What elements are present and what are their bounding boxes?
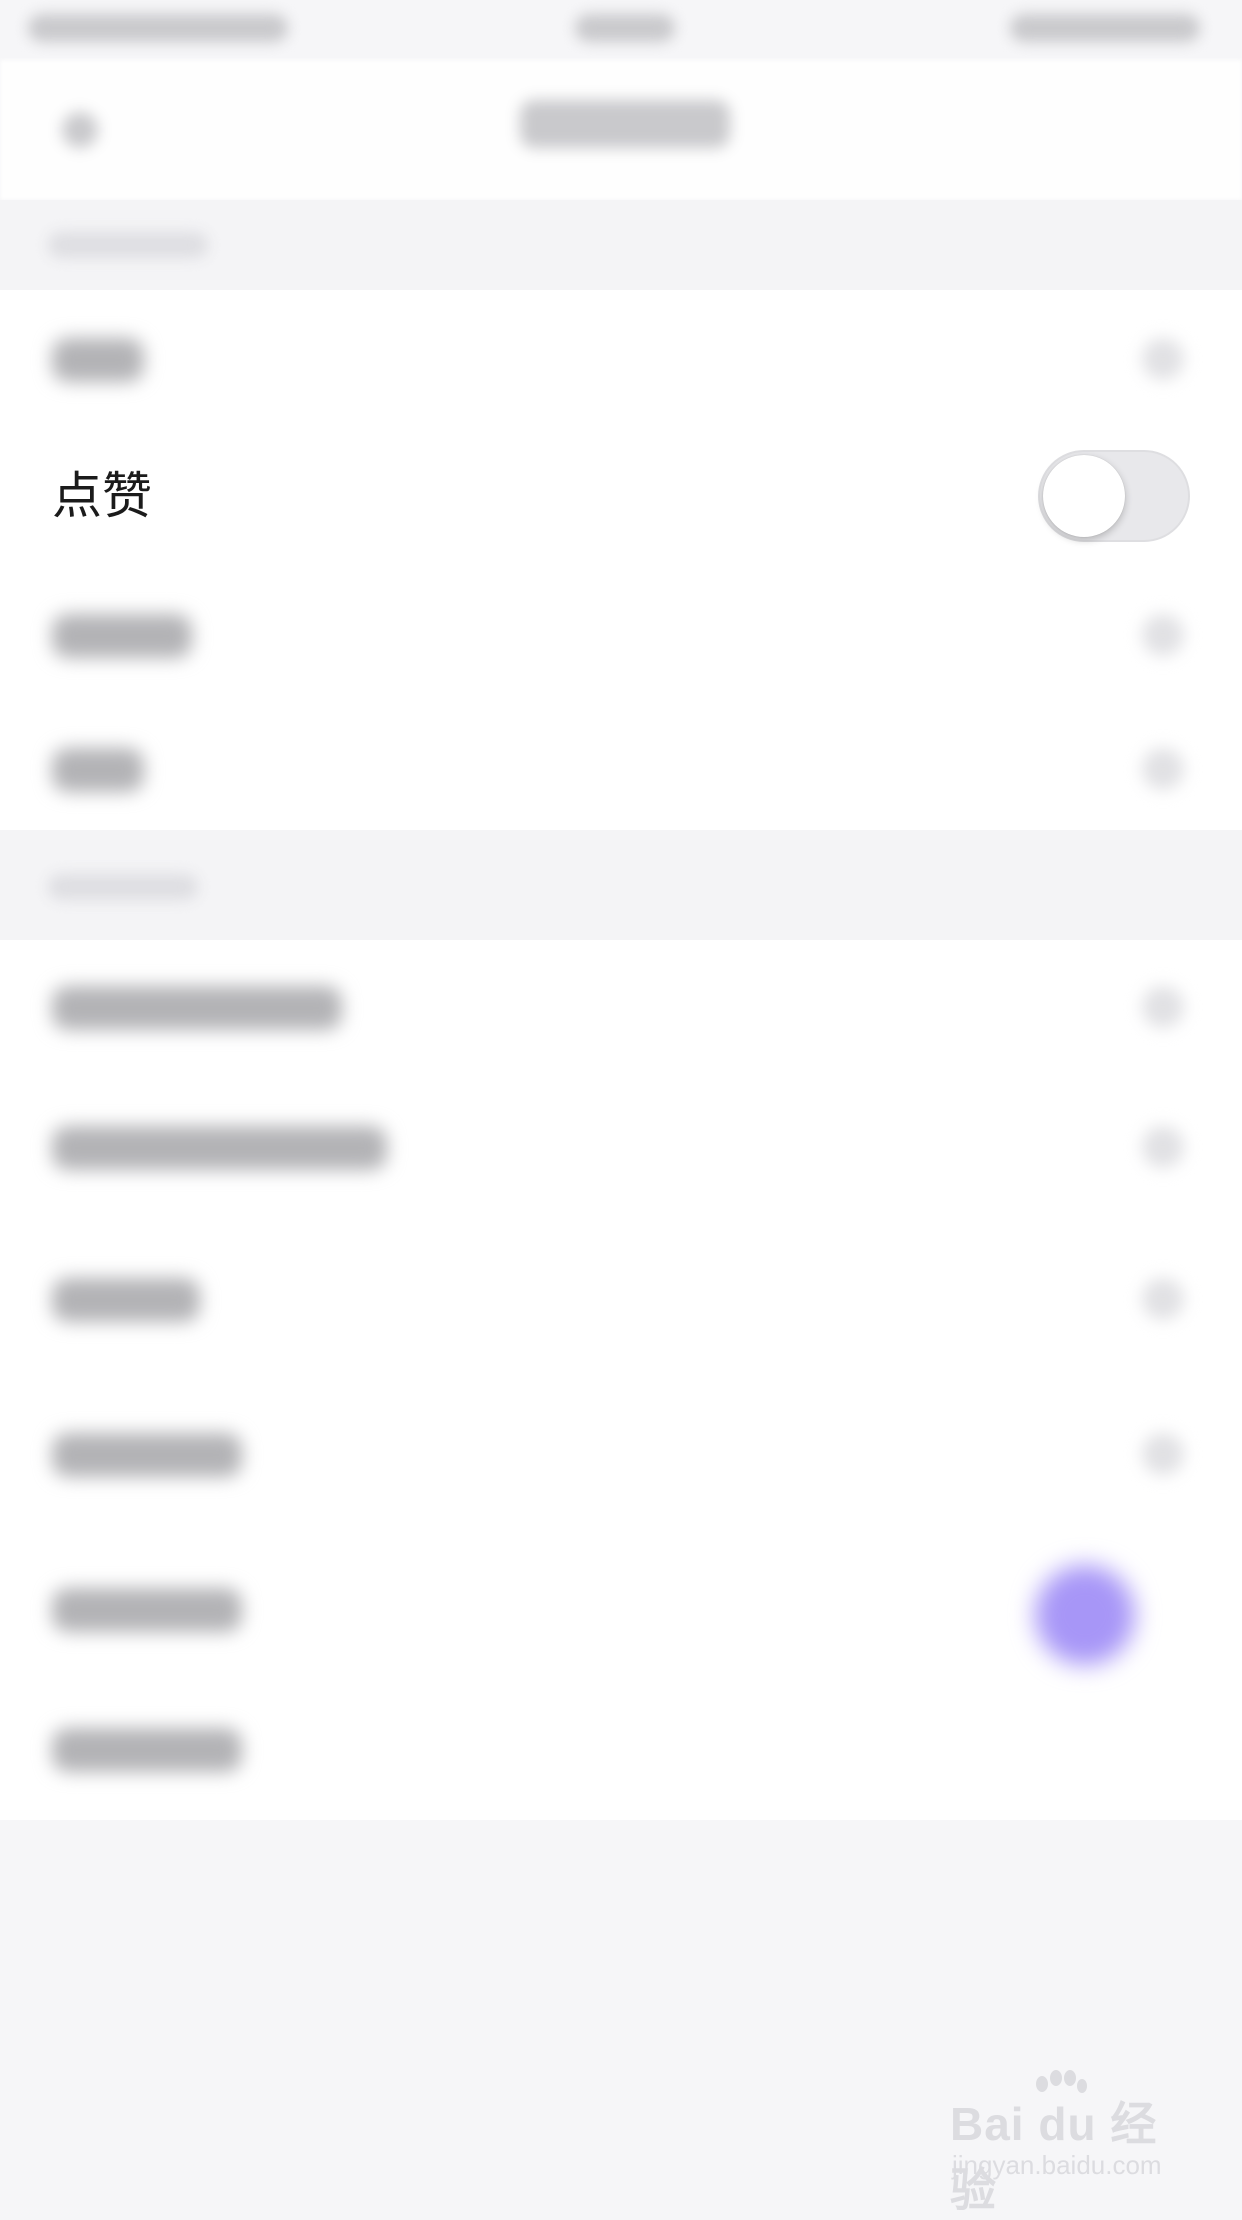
section-header-1 <box>0 200 1242 290</box>
row-label-blurred <box>52 986 342 1030</box>
settings-row-8[interactable] <box>0 1385 1242 1523</box>
nav-bar <box>0 60 1242 200</box>
status-bar-time-blurred <box>575 14 675 42</box>
row-label-blurred <box>52 1126 387 1170</box>
settings-row-3[interactable] <box>0 566 1242 704</box>
settings-row-7[interactable] <box>0 1230 1242 1368</box>
settings-row-5[interactable] <box>0 940 1242 1078</box>
settings-row-10[interactable] <box>0 1680 1242 1818</box>
row-label-blurred <box>52 1433 242 1477</box>
chevron-right-icon <box>1142 986 1184 1028</box>
row-label-blurred <box>52 748 144 792</box>
settings-card-2 <box>0 940 1242 1820</box>
row-label-blurred <box>52 1728 242 1772</box>
row-label-blurred <box>52 338 144 382</box>
section-header-2 <box>0 830 1242 940</box>
section-header-label-blurred <box>48 874 198 900</box>
row-label-blurred <box>52 614 192 658</box>
chevron-right-icon <box>1142 1126 1184 1168</box>
row-label-blurred <box>52 1588 242 1632</box>
blurred-toggle-on[interactable] <box>1035 1565 1135 1665</box>
chevron-right-icon <box>1142 748 1184 790</box>
like-toggle[interactable] <box>1038 450 1190 542</box>
settings-row-like: 点赞 <box>0 428 1242 566</box>
status-bar <box>0 0 1242 60</box>
back-chevron-icon[interactable] <box>62 112 98 148</box>
baidu-jingyan-watermark: Bai du 经验 jingyan.baidu.com <box>950 2070 1190 2216</box>
status-bar-carrier-blurred <box>28 14 288 42</box>
settings-row-6[interactable] <box>0 1080 1242 1218</box>
like-label: 点赞 <box>52 467 152 525</box>
section-header-label-blurred <box>48 232 208 258</box>
screen: 点赞 Bai du 经验 jingyan.baidu.com <box>0 0 1242 2216</box>
chevron-right-icon <box>1142 1278 1184 1320</box>
chevron-right-icon <box>1142 338 1184 380</box>
chevron-right-icon <box>1142 614 1184 656</box>
watermark-url: jingyan.baidu.com <box>952 2150 1162 2180</box>
settings-row-4[interactable] <box>0 704 1242 842</box>
row-label-blurred <box>52 1278 200 1322</box>
toggle-knob <box>1043 455 1125 537</box>
chevron-right-icon <box>1142 1433 1184 1475</box>
page-title-blurred <box>520 100 730 148</box>
settings-row-1[interactable] <box>0 290 1242 428</box>
status-bar-battery-blurred <box>1010 14 1200 42</box>
